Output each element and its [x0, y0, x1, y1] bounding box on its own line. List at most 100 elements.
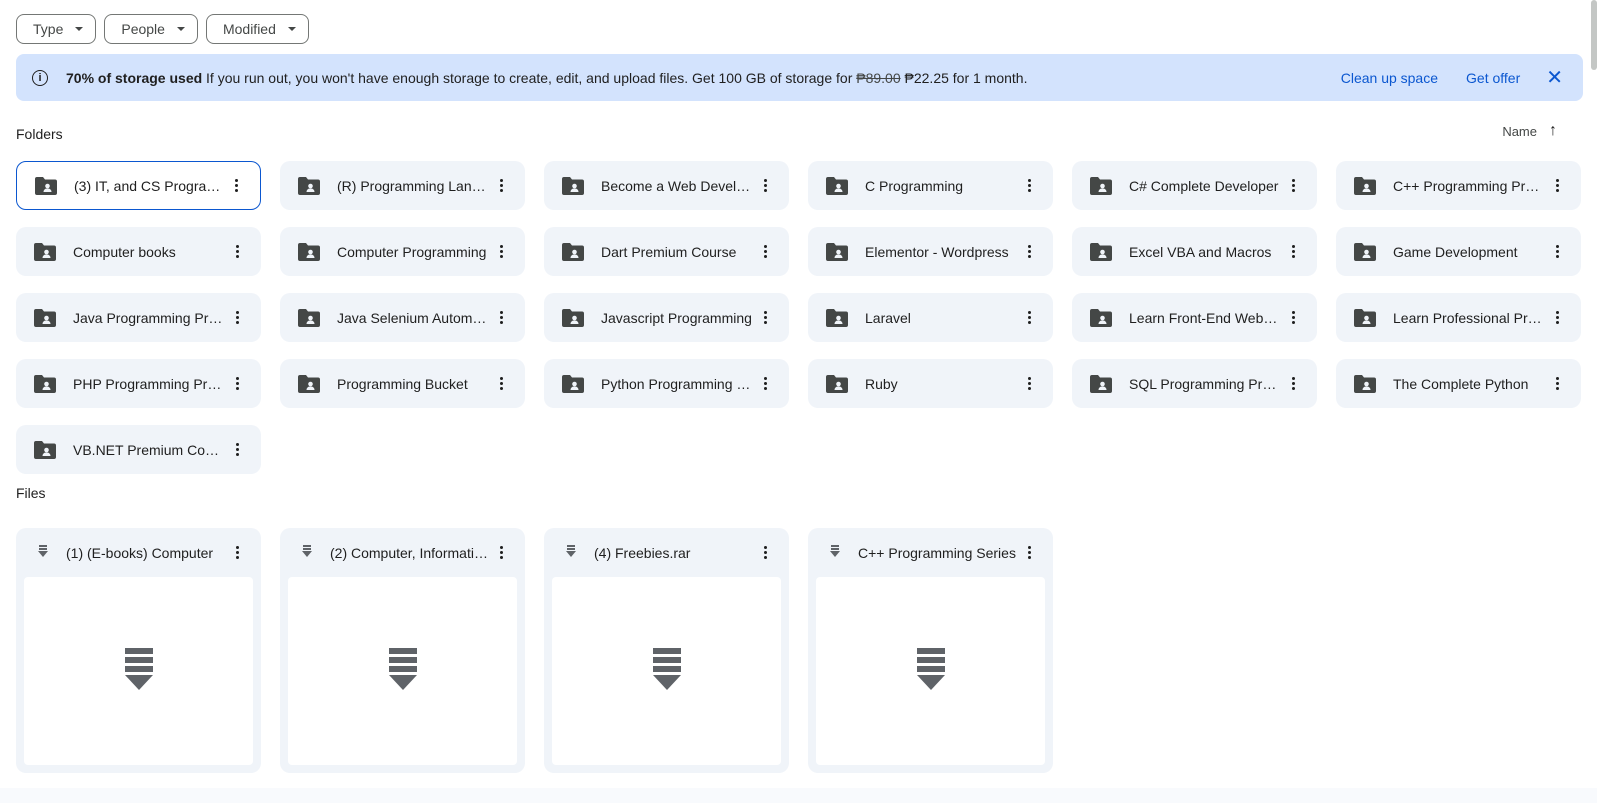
more-options-icon[interactable] — [489, 306, 513, 330]
folder-item[interactable]: VB.NET Premium Course — [16, 425, 261, 474]
shared-folder-icon — [298, 176, 320, 195]
file-header: (4) Freebies.rar — [552, 528, 781, 577]
new-price: ₱22.25 for 1 month. — [900, 69, 1028, 86]
folder-item[interactable]: C Programming — [808, 161, 1053, 210]
more-options-icon[interactable] — [753, 306, 777, 330]
modified-filter-chip[interactable]: Modified — [205, 14, 309, 44]
file-card[interactable]: (1) (E-books) Computer — [16, 528, 261, 773]
folders-grid: (3) IT, and CS Programming (R) Programmin… — [16, 161, 1581, 474]
more-options-icon[interactable] — [1545, 174, 1569, 198]
more-options-icon[interactable] — [753, 372, 777, 396]
more-options-icon[interactable] — [753, 541, 777, 565]
people-filter-chip[interactable]: People — [104, 14, 198, 44]
more-options-icon[interactable] — [225, 306, 249, 330]
more-options-icon[interactable] — [1545, 240, 1569, 264]
folder-item[interactable]: Ruby — [808, 359, 1053, 408]
folder-item[interactable]: C# Complete Developer — [1072, 161, 1317, 210]
folder-item[interactable]: Game Development — [1336, 227, 1581, 276]
more-options-icon[interactable] — [225, 372, 249, 396]
chevron-down-icon — [287, 27, 296, 31]
get-offer-link[interactable]: Get offer — [1466, 70, 1520, 86]
more-options-icon[interactable] — [1281, 306, 1305, 330]
folder-item[interactable]: (3) IT, and CS Programming — [16, 161, 261, 210]
folder-item[interactable]: The Complete Python — [1336, 359, 1581, 408]
folder-item[interactable]: C++ Programming Premium — [1336, 161, 1581, 210]
folder-name: Python Programming Premium — [601, 375, 753, 392]
folder-item[interactable]: SQL Programming Premium — [1072, 359, 1317, 408]
clean-up-space-link[interactable]: Clean up space — [1341, 70, 1438, 86]
file-thumbnail[interactable] — [24, 577, 253, 765]
more-options-icon[interactable] — [225, 240, 249, 264]
more-options-icon[interactable] — [489, 240, 513, 264]
more-options-icon[interactable] — [1017, 240, 1041, 264]
folder-item[interactable]: Java Selenium Automation — [280, 293, 525, 342]
file-card[interactable]: C++ Programming Series — [808, 528, 1053, 773]
folder-item[interactable]: Elementor - Wordpress — [808, 227, 1053, 276]
archive-icon — [652, 647, 682, 695]
folder-name: The Complete Python — [1393, 375, 1529, 392]
more-options-icon[interactable] — [1017, 174, 1041, 198]
folder-item[interactable]: Dart Premium Course — [544, 227, 789, 276]
folder-name: Learn Front-End Web Development — [1129, 309, 1281, 326]
shared-folder-icon — [34, 374, 56, 393]
file-name: (1) (E-books) Computer — [66, 544, 214, 561]
folder-item[interactable]: Become a Web Developer — [544, 161, 789, 210]
shared-folder-icon — [298, 242, 320, 261]
folder-item[interactable]: PHP Programming Premium — [16, 359, 261, 408]
folder-item[interactable]: Excel VBA and Macros — [1072, 227, 1317, 276]
more-options-icon[interactable] — [224, 174, 248, 198]
folder-name: Computer Programming — [337, 243, 487, 260]
scrollbar[interactable] — [1591, 0, 1597, 70]
more-options-icon[interactable] — [753, 174, 777, 198]
storage-banner: i 70% of storage used If you run out, yo… — [16, 54, 1583, 101]
folder-item[interactable]: Laravel — [808, 293, 1053, 342]
archive-icon — [124, 647, 154, 695]
folder-item[interactable]: Computer Programming — [280, 227, 525, 276]
folder-name: Java Programming Premium — [73, 309, 225, 326]
file-thumbnail[interactable] — [816, 577, 1045, 765]
more-options-icon[interactable] — [753, 240, 777, 264]
more-options-icon[interactable] — [1017, 372, 1041, 396]
folder-name: Programming Bucket — [337, 375, 468, 392]
archive-icon — [916, 647, 946, 695]
file-card[interactable]: (2) Computer, Information — [280, 528, 525, 773]
close-icon[interactable]: ✕ — [1546, 65, 1563, 90]
type-filter-chip[interactable]: Type — [16, 14, 97, 44]
file-thumbnail[interactable] — [288, 577, 517, 765]
shared-folder-icon — [298, 308, 320, 327]
more-options-icon[interactable] — [225, 541, 249, 565]
more-options-icon[interactable] — [1545, 372, 1569, 396]
more-options-icon[interactable] — [1281, 240, 1305, 264]
more-options-icon[interactable] — [1017, 306, 1041, 330]
folder-item[interactable]: Programming Bucket — [280, 359, 525, 408]
more-options-icon[interactable] — [489, 174, 513, 198]
arrow-up-icon[interactable]: ↑ — [1549, 122, 1557, 140]
folder-name: SQL Programming Premium — [1129, 375, 1281, 392]
shared-folder-icon — [1090, 242, 1112, 261]
folder-item[interactable]: (R) Programming Language — [280, 161, 525, 210]
sort-control[interactable]: Name ↑ — [1502, 122, 1557, 140]
folder-item[interactable]: Javascript Programming — [544, 293, 789, 342]
folder-item[interactable]: Computer books — [16, 227, 261, 276]
shared-folder-icon — [1354, 242, 1376, 261]
folder-item[interactable]: Java Programming Premium — [16, 293, 261, 342]
folder-name: Javascript Programming — [601, 309, 752, 326]
chip-label: People — [121, 21, 165, 37]
folder-item[interactable]: Learn Professional Programming — [1336, 293, 1581, 342]
folder-item[interactable]: Python Programming Premium — [544, 359, 789, 408]
more-options-icon[interactable] — [1281, 372, 1305, 396]
storage-usage: 70% of storage used — [66, 69, 203, 86]
archive-icon — [38, 544, 48, 562]
more-options-icon[interactable] — [225, 438, 249, 462]
archive-icon — [388, 647, 418, 695]
folder-item[interactable]: Learn Front-End Web Development — [1072, 293, 1317, 342]
more-options-icon[interactable] — [1281, 174, 1305, 198]
file-card[interactable]: (4) Freebies.rar — [544, 528, 789, 773]
folder-name: Learn Professional Programming — [1393, 309, 1545, 326]
more-options-icon[interactable] — [489, 372, 513, 396]
more-options-icon[interactable] — [489, 541, 513, 565]
more-options-icon[interactable] — [1545, 306, 1569, 330]
folder-name: Elementor - Wordpress — [865, 243, 1009, 260]
more-options-icon[interactable] — [1017, 541, 1041, 565]
file-thumbnail[interactable] — [552, 577, 781, 765]
